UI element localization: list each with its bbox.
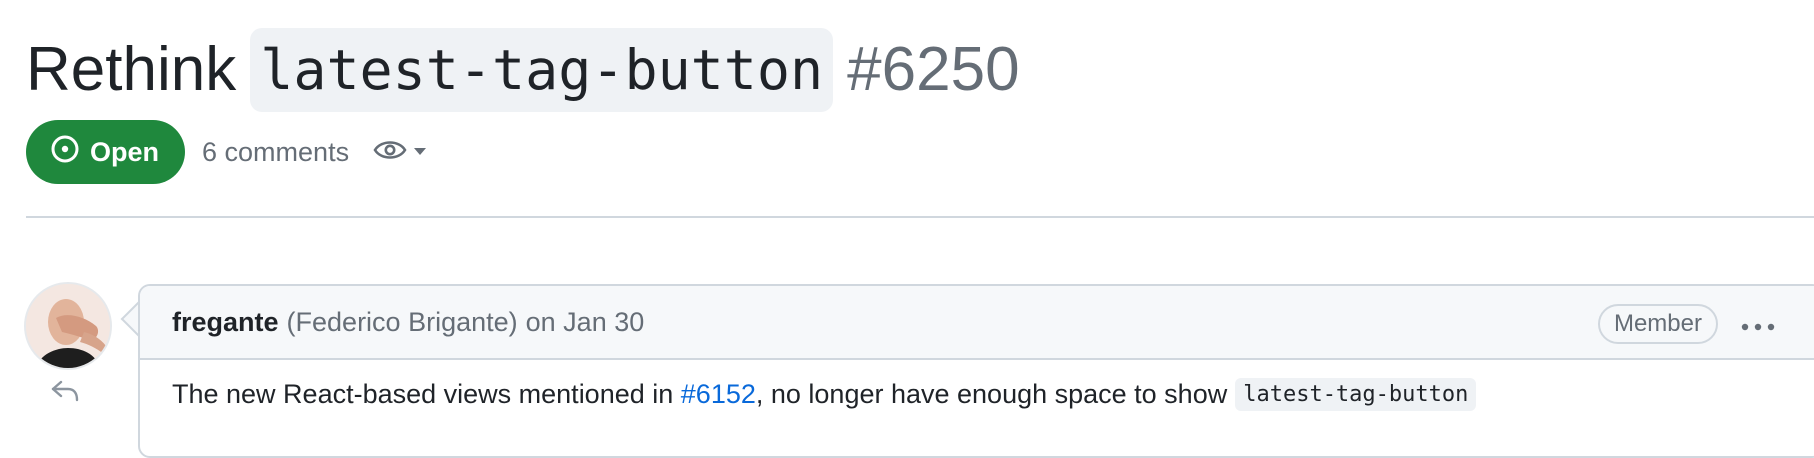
status-label: Open bbox=[90, 136, 160, 167]
comment-body-text-2: , no longer have enough space to show bbox=[755, 379, 1228, 409]
comment-card: fregante (Federico Brigante) on Jan 30 M… bbox=[138, 284, 1814, 458]
inline-code: latest-tag-button bbox=[1235, 378, 1477, 411]
caret-down-icon bbox=[413, 143, 427, 161]
comment-body: The new React-based views mentioned in #… bbox=[172, 378, 1477, 411]
issue-title: Rethink latest-tag-button #6250 bbox=[26, 28, 1020, 112]
issue-meta: Open 6 comments bbox=[26, 120, 427, 184]
comment-author-fullname: (Federico Brigante) bbox=[286, 306, 518, 337]
issue-number: #6250 bbox=[847, 35, 1020, 104]
reply-icon[interactable] bbox=[50, 378, 80, 409]
avatar[interactable] bbox=[24, 282, 112, 370]
issue-open-icon bbox=[50, 134, 90, 171]
comment-date[interactable]: on Jan 30 bbox=[526, 307, 645, 338]
issue-link[interactable]: #6152 bbox=[681, 379, 756, 410]
role-badge: Member bbox=[1597, 304, 1718, 344]
comments-count[interactable]: 6 comments bbox=[202, 137, 349, 168]
comment-author[interactable]: fregante bbox=[172, 307, 279, 338]
issue-title-code: latest-tag-button bbox=[250, 28, 834, 112]
comment-body-text: The new React-based views mentioned in bbox=[172, 379, 681, 409]
issue-title-text: Rethink bbox=[26, 35, 237, 104]
kebab-menu-icon[interactable] bbox=[1740, 308, 1776, 339]
header-divider bbox=[26, 216, 1814, 218]
comment-header: fregante (Federico Brigante) on Jan 30 M… bbox=[140, 286, 1814, 360]
eye-icon bbox=[373, 138, 407, 167]
status-badge: Open bbox=[26, 120, 186, 184]
watch-button[interactable] bbox=[373, 138, 427, 167]
